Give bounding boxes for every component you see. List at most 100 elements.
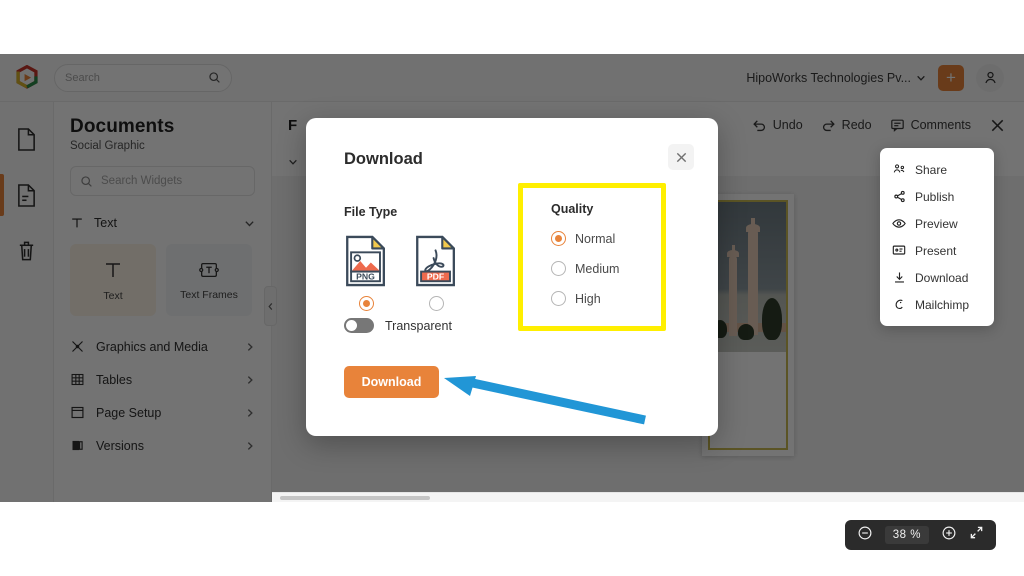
table-icon [71,373,84,386]
dialog-close-button[interactable] [668,144,694,170]
rail-item-documents[interactable] [0,122,54,156]
redo-label: Redo [841,118,872,132]
quality-radio-normal[interactable] [551,231,566,246]
quality-option-medium[interactable]: Medium [551,261,661,276]
panel-item-tables[interactable]: Tables [70,363,255,396]
editor-tools: Undo Redo Comments [752,117,1006,134]
download-button[interactable]: Download [344,366,439,398]
panel-item-graphics-and-media[interactable]: Graphics and Media [70,330,255,363]
mailchimp-icon [892,298,906,311]
redo-button[interactable]: Redo [821,118,872,132]
panel-item-label: Graphics and Media [96,339,208,354]
quality-option-normal[interactable]: Normal [551,231,661,246]
page-photo [710,202,786,352]
add-new-button[interactable]: + [938,64,964,91]
scrollbar-thumb[interactable] [280,496,430,500]
menu-item-mailchimp[interactable]: Mailchimp [880,291,994,318]
horizontal-scrollbar[interactable] [272,492,1024,502]
photo-minaret-small-spire [731,245,735,251]
file-type-option-pdf[interactable]: PDF [414,235,459,311]
comments-label: Comments [910,118,971,132]
zoho-logo-icon [16,64,38,89]
photo-minaret-small [729,256,737,336]
quality-label: Quality [551,202,594,216]
file-type-radio-pdf[interactable] [429,296,444,311]
undo-icon [753,120,765,132]
avatar[interactable] [976,63,1004,92]
chevron-down-icon [917,75,925,81]
svg-text:PNG: PNG [356,271,375,281]
comments-button[interactable]: Comments [890,118,971,132]
quality-option-label: Normal [575,231,616,246]
panel-item-label: Tables [96,372,133,387]
menu-item-label: Download [915,270,969,285]
icon-rail [0,102,54,502]
search-icon [209,72,220,83]
rail-item-pages[interactable] [0,174,54,216]
close-icon [676,152,686,162]
undo-button[interactable]: Undo [752,118,803,132]
menu-item-share[interactable]: Share [880,156,994,183]
close-icon [991,119,1004,131]
menu-item-publish[interactable]: Publish [880,183,994,210]
zoom-in-button[interactable] [941,525,957,546]
panel-item-page-setup[interactable]: Page Setup [70,396,255,429]
top-bar: Search HipoWorks Technologies Pv... + [0,54,1024,102]
menu-item-label: Share [915,162,948,177]
file-lines-icon [18,183,35,207]
eye-icon [892,217,906,230]
download-icon [892,271,906,284]
widget-group-text[interactable]: Text [70,210,255,236]
transparent-toggle[interactable] [344,318,374,333]
zoom-in-icon [942,526,956,539]
add-new-label: + [946,68,956,87]
share-users-icon [892,163,906,176]
zoom-out-button[interactable] [857,525,873,546]
chevron-down-icon [289,159,297,165]
rail-item-trash[interactable] [0,234,54,268]
global-search-input[interactable]: Search [54,63,232,92]
quality-radio-high[interactable] [551,291,566,306]
search-icon [81,175,92,187]
file-type-option-png[interactable]: PNG [344,235,389,311]
file-type-radio-png[interactable] [359,296,374,311]
file-icon [18,127,35,151]
subtoolbar-dropdown[interactable] [288,157,298,167]
widget-search-input[interactable]: Search Widgets [70,166,255,196]
file-type-options: PNG PDF [344,235,459,311]
menu-item-present[interactable]: Present [880,237,994,264]
menu-item-download[interactable]: Download [880,264,994,291]
global-search-placeholder: Search [65,71,100,84]
page-setup-icon [71,406,84,419]
widget-tile-text[interactable]: Text [70,244,156,316]
document-title: F [288,116,298,134]
photo-minaret-large-spire [751,218,755,226]
zoom-unit: % [910,529,921,541]
widget-tiles: Text Text Frames [70,244,255,316]
widgets-panel: Documents Social Graphic Search Widgets … [54,102,272,502]
page-title: Documents [70,116,175,137]
quality-radio-medium[interactable] [551,261,566,276]
widget-tile-text-frames[interactable]: Text Frames [166,244,252,316]
quality-option-label: Medium [575,261,620,276]
file-type-section: File Type PNG PDF [344,205,459,311]
panel-item-label: Versions [96,438,144,453]
zoom-level-value[interactable]: 38 % [884,526,929,544]
fullscreen-icon [970,526,983,539]
menu-item-label: Publish [915,189,955,204]
app-logo[interactable] [0,64,54,91]
quality-section-highlight: Quality Normal Medium High [518,183,666,331]
chevron-left-icon [268,302,273,310]
trash-icon [19,241,34,261]
present-screen-icon [892,244,906,257]
fullscreen-button[interactable] [969,525,984,545]
panel-item-versions[interactable]: Versions [70,429,255,462]
panel-collapse-handle[interactable] [264,286,277,326]
zoom-number: 38 [892,529,907,541]
menu-item-preview[interactable]: Preview [880,210,994,237]
org-switcher[interactable]: HipoWorks Technologies Pv... [746,71,926,85]
download-button-label: Download [361,375,422,389]
chevron-right-icon [247,408,253,417]
close-editor-button[interactable] [989,117,1006,134]
quality-option-high[interactable]: High [551,291,661,306]
